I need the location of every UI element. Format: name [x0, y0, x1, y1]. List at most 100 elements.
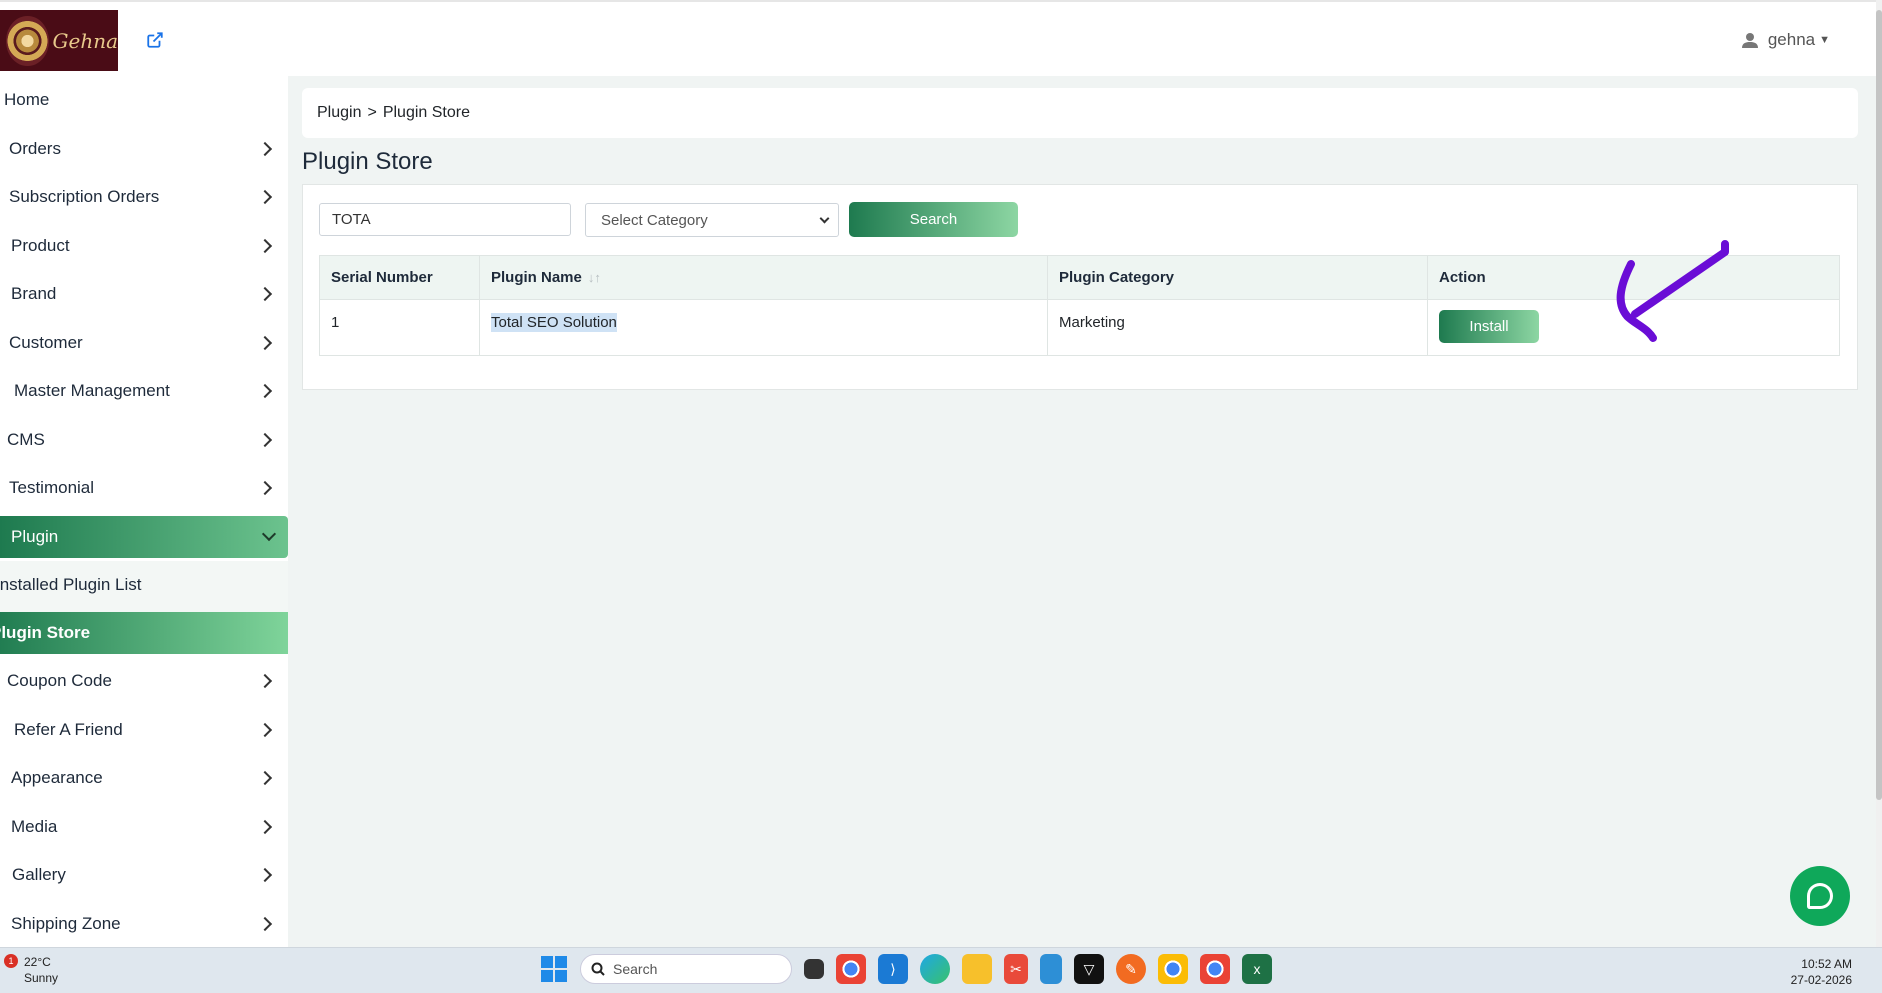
user-menu[interactable]: gehna ▼: [1741, 30, 1830, 50]
annotation-arrow-icon: [1616, 240, 1729, 342]
windows-start-icon[interactable]: [540, 955, 568, 983]
column-header-plugin-name[interactable]: Plugin Name ↓↑: [479, 255, 1048, 300]
chevron-right-icon: [257, 916, 273, 931]
chrome-icon[interactable]: [836, 954, 866, 984]
system-clock[interactable]: 10:52 AM 27-02-2026: [1791, 956, 1852, 988]
sort-icon[interactable]: ↓↑: [588, 270, 601, 285]
sidebar-item-label: Installed Plugin List: [0, 574, 142, 594]
sidebar-item-label: Refer A Friend: [14, 719, 123, 739]
sidebar-item-label: Gallery: [12, 865, 66, 885]
sidebar-item-label: Brand: [11, 284, 57, 304]
chevron-right-icon: [257, 384, 273, 399]
search-button[interactable]: Search: [849, 202, 1018, 237]
chat-widget-button[interactable]: [1790, 866, 1850, 926]
os-taskbar: 1 22°C Sunny Search ⟩ ✂ ▽ ✎ x 10:52 AM 2…: [0, 947, 1882, 993]
sidebar-item-media[interactable]: Media: [0, 803, 288, 852]
chevron-right-icon: [257, 771, 273, 786]
username: gehna: [1767, 30, 1816, 49]
sidebar-item-orders[interactable]: Orders: [0, 125, 288, 174]
chevron-right-icon: [257, 141, 273, 156]
sidebar-item-cms[interactable]: CMS: [0, 416, 288, 465]
chevron-right-icon: [257, 238, 273, 253]
sidebar-item-label: Customer: [9, 332, 83, 352]
sidebar-item-product[interactable]: Product: [0, 222, 288, 271]
brand-logo[interactable]: Gehna: [0, 10, 118, 71]
sidebar-item-label: Product: [11, 235, 70, 255]
taskbar-search[interactable]: Search: [580, 954, 792, 984]
category-select-value: Select Category: [601, 211, 708, 229]
column-header-serial-number: Serial Number: [319, 255, 480, 300]
breadcrumb-separator: >: [367, 104, 377, 121]
sidebar-item-appearance[interactable]: Appearance: [0, 754, 288, 803]
weather-widget[interactable]: 1 22°C Sunny: [4, 954, 58, 986]
chat-icon: [1807, 883, 1833, 909]
terminal-app-icon[interactable]: ▽: [1074, 954, 1104, 984]
task-view-icon[interactable]: [804, 959, 824, 979]
sidebar-item-label: Plugin Store: [0, 623, 91, 642]
weather-condition: Sunny: [24, 971, 59, 985]
sidebar-item-master-management[interactable]: Master Management: [0, 367, 288, 416]
page-title: Plugin Store: [302, 148, 433, 175]
sidebar-item-coupon-code[interactable]: Coupon Code: [0, 657, 288, 706]
sidebar-item-plugin-store[interactable]: Plugin Store: [0, 612, 288, 654]
clock-date: 27-02-2026: [1790, 973, 1852, 987]
chrome-profile-2-icon[interactable]: [1200, 954, 1230, 984]
column-header-plugin-category: Plugin Category: [1047, 255, 1428, 300]
chevron-right-icon: [257, 481, 273, 496]
logo-emblem-icon: [6, 15, 49, 66]
sidebar: Home Orders Subscription Orders Product …: [0, 76, 288, 947]
install-button[interactable]: Install: [1439, 310, 1539, 343]
notification-badge: 1: [4, 954, 18, 968]
page-scrollbar[interactable]: [1876, 0, 1882, 947]
sidebar-item-customer[interactable]: Customer: [0, 319, 288, 368]
category-select[interactable]: Select Category: [585, 203, 839, 237]
breadcrumb-parent[interactable]: Plugin: [317, 104, 361, 122]
search-input[interactable]: [319, 203, 571, 236]
cell-plugin-category: Marketing: [1047, 299, 1428, 356]
sidebar-item-label: CMS: [7, 429, 45, 449]
edge-icon[interactable]: [920, 954, 950, 984]
main-content: Plugin > Plugin Store Plugin Store Selec…: [288, 76, 1876, 947]
file-explorer-icon[interactable]: [962, 954, 992, 984]
notepad-icon[interactable]: [1040, 954, 1062, 984]
sidebar-item-plugin[interactable]: Plugin: [0, 515, 288, 558]
vscode-icon[interactable]: ⟩: [878, 954, 908, 984]
postman-icon[interactable]: ✎: [1116, 954, 1146, 984]
chevron-right-icon: [257, 722, 273, 737]
sidebar-item-installed-plugin-list[interactable]: Installed Plugin List: [0, 561, 288, 610]
sidebar-item-label: Master Management: [14, 381, 170, 401]
sidebar-item-brand[interactable]: Brand: [0, 270, 288, 319]
sidebar-item-shipping-zone[interactable]: Shipping Zone: [0, 900, 288, 948]
caret-down-icon: ▼: [1819, 34, 1830, 46]
sidebar-item-label: Media: [11, 816, 58, 836]
taskbar-apps: Search ⟩ ✂ ▽ ✎ x: [540, 954, 1272, 984]
external-link-icon[interactable]: [146, 31, 164, 49]
excel-icon[interactable]: x: [1242, 954, 1272, 984]
chevron-right-icon: [257, 190, 273, 205]
sidebar-item-gallery[interactable]: Gallery: [0, 851, 288, 900]
sidebar-item-label: Orders: [9, 138, 61, 158]
plugin-submenu: Installed Plugin List Plugin Store: [0, 560, 288, 654]
chevron-right-icon: [257, 287, 273, 302]
sidebar-item-testimonial[interactable]: Testimonial: [0, 464, 288, 513]
chevron-right-icon: [257, 819, 273, 834]
sidebar-item-label: Testimonial: [9, 478, 95, 498]
breadcrumb: Plugin > Plugin Store: [302, 88, 1858, 138]
taskbar-search-placeholder: Search: [613, 961, 658, 977]
chevron-right-icon: [257, 432, 273, 447]
chevron-down-icon: [819, 213, 830, 224]
sidebar-item-label: Home: [4, 90, 50, 110]
cell-plugin-name: Total SEO Solution: [479, 299, 1048, 356]
sidebar-item-home[interactable]: Home: [0, 76, 288, 125]
plugin-name-text: Total SEO Solution: [491, 313, 617, 332]
search-icon: [591, 962, 605, 976]
snipping-tool-icon[interactable]: ✂: [1004, 954, 1028, 984]
chrome-profile-icon[interactable]: [1158, 954, 1188, 984]
chevron-right-icon: [257, 335, 273, 350]
cell-serial-number: 1: [319, 299, 480, 356]
scrollbar-thumb[interactable]: [1876, 10, 1882, 800]
clock-time: 10:52 AM: [1801, 957, 1852, 971]
sidebar-item-subscription-orders[interactable]: Subscription Orders: [0, 173, 288, 222]
chevron-right-icon: [257, 868, 273, 883]
sidebar-item-refer-a-friend[interactable]: Refer A Friend: [0, 706, 288, 755]
